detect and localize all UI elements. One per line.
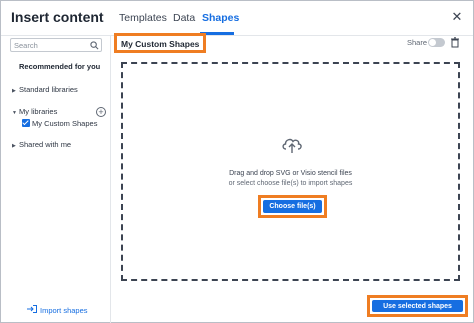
cloud-upload-icon xyxy=(282,138,302,153)
sidebar-item-my-libraries[interactable]: ▼ My libraries xyxy=(12,107,57,116)
use-selected-shapes-button[interactable]: Use selected shapes xyxy=(372,300,463,312)
drop-instructions-secondary: or select choose file(s) to import shape… xyxy=(228,180,353,187)
caret-right-icon: ▶ xyxy=(12,88,16,94)
library-sidebar: Recommended for you ▶Standard libraries … xyxy=(1,36,111,323)
tab-templates[interactable]: Templates xyxy=(119,12,167,24)
file-drop-zone[interactable]: Drag and drop SVG or Visio stencil files… xyxy=(121,62,460,281)
import-shapes-link[interactable]: Import shapes xyxy=(27,305,88,315)
library-title: My Custom Shapes xyxy=(121,39,200,49)
close-icon[interactable]: ✕ xyxy=(450,10,464,24)
sidebar-item-label: Shared with me xyxy=(19,140,72,149)
import-shapes-label: Import shapes xyxy=(40,306,88,315)
sidebar-item-label: My libraries xyxy=(19,107,58,116)
dialog-title: Insert content xyxy=(11,9,104,25)
search-icon[interactable] xyxy=(90,41,99,50)
dialog-header: Insert content Templates Data Shapes ✕ xyxy=(1,1,473,36)
drop-instructions: Drag and drop SVG or Visio stencil files xyxy=(229,170,352,177)
share-toggle[interactable] xyxy=(428,38,445,47)
tab-data[interactable]: Data xyxy=(173,12,195,24)
sidebar-item-standard-libraries[interactable]: ▶ Standard libraries xyxy=(12,85,78,94)
library-title-box: My Custom Shapes xyxy=(114,33,206,53)
trash-icon[interactable] xyxy=(450,37,460,48)
insert-content-dialog: Insert content Templates Data Shapes ✕ R… xyxy=(0,0,474,323)
caret-down-icon: ▼ xyxy=(12,110,17,116)
library-item-custom-shapes[interactable]: My Custom Shapes xyxy=(22,119,97,128)
sidebar-item-recommended[interactable]: Recommended for you xyxy=(19,62,100,71)
add-library-icon[interactable]: + xyxy=(96,107,106,117)
use-selected-highlight: Use selected shapes xyxy=(367,295,468,317)
sidebar-item-shared-with-me[interactable]: ▶ Shared with me xyxy=(12,140,71,149)
choose-files-button[interactable]: Choose file(s) xyxy=(263,200,322,213)
search-input[interactable] xyxy=(14,40,84,51)
search-box[interactable] xyxy=(10,38,102,52)
choose-files-highlight: Choose file(s) xyxy=(258,195,327,218)
library-checkbox[interactable] xyxy=(22,119,30,127)
share-label: Share xyxy=(407,38,428,47)
sidebar-item-label: Standard libraries xyxy=(19,85,78,94)
tab-shapes[interactable]: Shapes xyxy=(202,12,239,24)
caret-right-icon: ▶ xyxy=(12,143,16,149)
import-icon xyxy=(27,305,37,313)
library-item-label: My Custom Shapes xyxy=(32,119,98,128)
